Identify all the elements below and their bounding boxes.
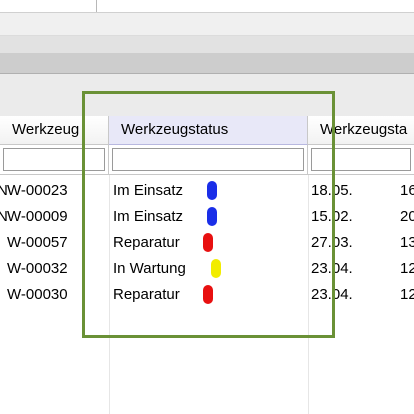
cell-werkzeug: W-00023 xyxy=(7,182,68,199)
column-header-label: Werkzeug xyxy=(12,121,80,138)
cell-werkzeug: W-00009 xyxy=(7,208,68,225)
ribbon-band-mid xyxy=(0,36,414,53)
cell-werkzeug: W-00057 xyxy=(7,234,68,251)
cell-extra: 12 xyxy=(400,286,414,303)
cell-extra: 12 xyxy=(400,260,414,277)
group-panel-bar xyxy=(0,53,414,74)
cell-werkzeug: W-00030 xyxy=(7,286,68,303)
cell-extra: 13 xyxy=(400,234,414,251)
top-toolbar xyxy=(0,0,414,13)
cell-extra: 20 xyxy=(400,208,414,225)
ribbon-band xyxy=(0,13,414,36)
cell-extra: 16 xyxy=(400,182,414,199)
toolbar-divider xyxy=(96,0,97,12)
cell-werkzeug: W-00032 xyxy=(7,260,68,277)
highlight-box xyxy=(82,91,335,338)
